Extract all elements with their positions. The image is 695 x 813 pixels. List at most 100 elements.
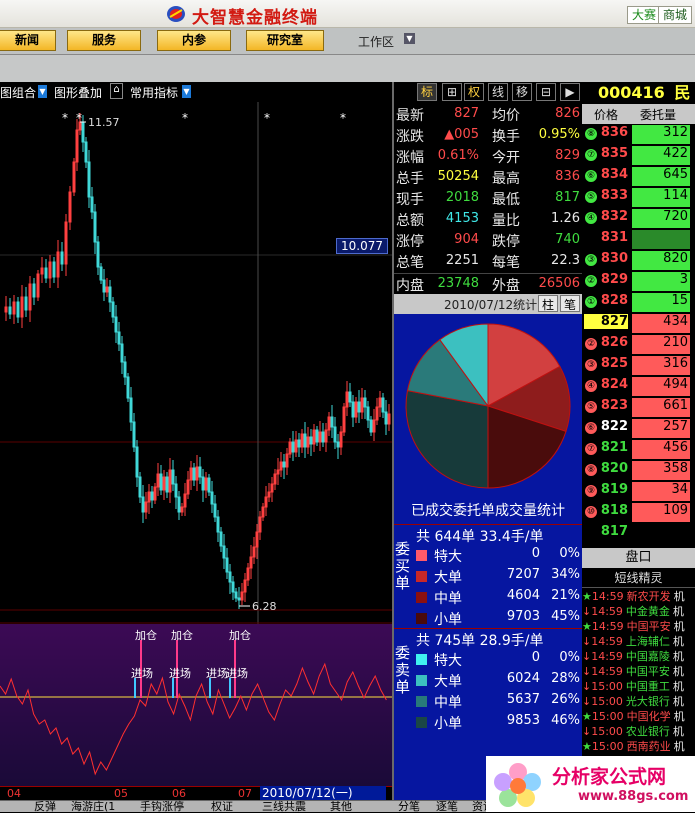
news-time: 15:00 [591, 680, 623, 693]
pie-panel [394, 314, 582, 526]
orderbook-row[interactable]: ⑧ 820 358 [582, 460, 695, 481]
lock-icon[interactable]: ⌂ [110, 83, 123, 99]
orderbook-row[interactable]: ⑤ 833 114 [582, 187, 695, 208]
dasai-button[interactable]: 大赛 [627, 6, 662, 24]
candle-body [228, 571, 232, 583]
orderbook-row[interactable]: ⑥ 822 257 [582, 418, 695, 439]
signal-label: 进场 [206, 666, 228, 680]
news-type: 机 [672, 725, 684, 738]
orderbook-row[interactable]: 831 [582, 229, 695, 250]
orderbook-row[interactable]: ⑦ 835 422 [582, 145, 695, 166]
tab-bottom[interactable]: 分笔 [398, 801, 420, 812]
candle-body [159, 473, 163, 491]
news-type: 机 [673, 740, 685, 753]
workzone-label[interactable]: 工作区 [358, 33, 394, 50]
news-item[interactable]: ★15:00 中国化学机 [582, 708, 695, 724]
shangcheng-button[interactable]: 商城 [658, 6, 693, 24]
tab-bottom[interactable]: 逐笔 [436, 801, 458, 812]
news-stock: 农业银行 [625, 725, 670, 738]
candle-body [231, 581, 235, 593]
orderbook-row[interactable]: ② 826 210 [582, 334, 695, 355]
panel-icon[interactable]: ⊟ [536, 83, 556, 101]
news-item[interactable]: ↓15:00 中国重工机 [582, 678, 695, 694]
news-item[interactable]: ↓14:59 上海辅仁机 [582, 633, 695, 649]
orderbook-row[interactable]: ⑥ 834 645 [582, 166, 695, 187]
stats-date: 2010/07/12统计 [444, 298, 538, 312]
news-symbol: ↓ [582, 695, 592, 708]
news-item[interactable]: ↓15:00 光大银行机 [582, 693, 695, 709]
orderbook-row[interactable]: ⑤ 823 661 [582, 397, 695, 418]
news-item[interactable]: ↓14:59 中金黄金机 [582, 603, 695, 619]
news-item[interactable]: ★15:00 西南药业机 [582, 738, 695, 754]
news-item[interactable]: ↓15:00 农业银行机 [582, 723, 695, 739]
play-icon[interactable]: ▶ [560, 83, 580, 101]
orderbook-row[interactable]: ⑨ 819 34 [582, 481, 695, 502]
indicator-menu[interactable]: 常用指标 [130, 84, 178, 101]
menu-neican[interactable]: 内参 [157, 30, 231, 51]
elite-title: 短线精灵 [582, 568, 695, 588]
grid-icon[interactable]: ⊞ [442, 83, 462, 101]
tab-bottom[interactable]: 权证 [211, 801, 233, 812]
orderbook-row[interactable]: ⑦ 821 456 [582, 439, 695, 460]
orderbook-row[interactable]: 817 [582, 523, 695, 544]
orderbook-volume: 257 [632, 419, 690, 438]
news-type: 机 [672, 680, 684, 693]
menu-research[interactable]: 研究室 [246, 30, 324, 51]
tab-bottom[interactable]: 反弹 [34, 801, 56, 812]
stock-header[interactable]: 000416 民生 [582, 82, 695, 124]
news-item[interactable]: ★14:59 中国平安机 [582, 618, 695, 634]
menu-news[interactable]: 新闻 [0, 30, 56, 51]
tab-bottom[interactable]: 其他 [330, 801, 352, 812]
pankou-tab[interactable]: 盘口 [582, 548, 695, 568]
menu-service[interactable]: 服务 [67, 30, 141, 51]
orderbook-row[interactable]: ⑧ 836 312 [582, 124, 695, 145]
orderbook-row[interactable]: ④ 824 494 [582, 376, 695, 397]
candle-body [174, 483, 178, 498]
chevron-down-icon[interactable]: ▼ [182, 85, 191, 98]
kline-chart[interactable]: 11.57 6.28 * * * * * [0, 102, 392, 624]
orderbook-row[interactable]: ① 828 15 [582, 292, 695, 313]
candle-body [315, 429, 319, 443]
candlestick-series [4, 113, 391, 609]
side-label: 委卖单 [395, 644, 411, 696]
move-button[interactable]: 移 [512, 83, 532, 101]
orderbook-volume: 645 [632, 167, 690, 186]
news-item[interactable]: ↓14:59 中国嘉陵机 [582, 648, 695, 664]
orderbook-row[interactable]: ③ 825 316 [582, 355, 695, 376]
orderbook-volume: 316 [632, 356, 690, 375]
chevron-down-icon[interactable]: ▼ [404, 33, 415, 44]
candle-body [60, 251, 64, 265]
quote-row: 总笔 2251 每笔 22.3 [394, 251, 582, 272]
signal-label: 加仓 [135, 628, 157, 642]
news-item[interactable]: ★14:59 新农开发机 [582, 588, 695, 604]
candle-body [99, 266, 103, 281]
tab-bottom[interactable]: 手钩涨停 [140, 801, 184, 812]
candle-body [111, 301, 115, 318]
overlay-menu[interactable]: 图形叠加 [54, 84, 102, 101]
line-button[interactable]: 线 [488, 83, 508, 101]
quote-value: 50254 [437, 169, 479, 184]
orderbook-row[interactable]: 827 434 [582, 313, 695, 334]
signal-label: 加仓 [229, 628, 251, 642]
tab-bottom[interactable]: 三线共震 [262, 801, 306, 812]
neipan-label: 内盘 [396, 278, 424, 294]
chevron-down-icon[interactable]: ▼ [38, 85, 47, 98]
orderbook-row[interactable]: ② 829 3 [582, 271, 695, 292]
quan-button[interactable]: 权 [464, 83, 484, 101]
news-time: 15:00 [591, 695, 623, 708]
biao-button[interactable]: 标 [417, 83, 437, 101]
candle-body [213, 503, 217, 518]
quote-value: 0.61% [437, 148, 479, 163]
pie-chart [405, 323, 571, 489]
tab-bar[interactable]: 柱 [538, 295, 558, 312]
tab-bottom[interactable]: 海游庄(1 [71, 801, 115, 812]
orderbook-row[interactable]: ③ 830 820 [582, 250, 695, 271]
candle-body [366, 406, 370, 421]
sell-orders: 委卖单共 745单 28.9手/单 特大 0 0% 大单 6024 28% 中单 5637 26%… [394, 628, 582, 734]
news-item[interactable]: ↓14:59 中国平安机 [582, 663, 695, 679]
tab-trade[interactable]: 笔 [560, 295, 580, 312]
combo-menu[interactable]: 图组合 [0, 84, 36, 101]
orderbook-row[interactable]: ⑩ 818 109 [582, 502, 695, 523]
orderbook-row[interactable]: ④ 832 720 [582, 208, 695, 229]
indicator-chart[interactable]: 加仓 加仓 加仓进场 进场 进场进场 [0, 624, 392, 786]
